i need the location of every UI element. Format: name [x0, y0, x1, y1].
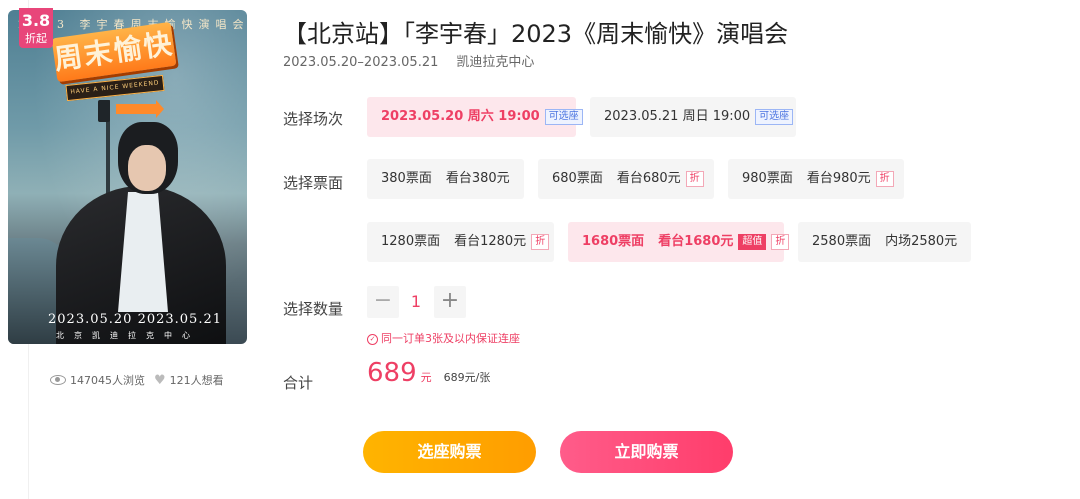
price-label: 选择票面: [283, 174, 344, 192]
event-subinfo: 2023.05.20–2023.05.21 凯迪拉克中心: [283, 51, 534, 70]
views-count: 147045人浏览: [70, 374, 145, 387]
price-face: 1680票面: [582, 234, 645, 249]
price-area: 看台380元: [445, 171, 510, 186]
seat-guarantee-note: ✓ 同一订单3张及以内保证连座: [367, 330, 520, 346]
poster-dates: 2023.05.20 2023.05.21: [48, 312, 222, 327]
buy-now-button[interactable]: 立即购票: [560, 431, 733, 473]
note-text: 同一订单3张及以内保证连座: [381, 332, 520, 345]
eye-icon: [50, 375, 66, 385]
unit-price: 689元/张: [443, 371, 491, 384]
quantity-minus-button[interactable]: −: [367, 286, 399, 318]
discount-tag: 折: [531, 233, 550, 250]
session-label: 选择场次: [283, 110, 344, 128]
price-face: 680票面: [552, 171, 603, 186]
seat-select-tag: 可选座: [755, 108, 794, 125]
price-area: 看台1280元: [454, 234, 527, 249]
poster-venue: 北京凯迪拉克中心: [56, 331, 200, 340]
price-option-2580[interactable]: 2580票面 内场2580元: [798, 222, 971, 262]
total-amount: 689: [367, 358, 417, 388]
event-date-range: 2023.05.20–2023.05.21: [283, 55, 439, 70]
price-option-980[interactable]: 980票面 看台980元折: [728, 159, 904, 199]
price-area: 看台680元: [616, 171, 681, 186]
discount-tag: 折: [875, 170, 894, 187]
total-price: 689 元 689元/张: [367, 358, 490, 388]
price-area: 看台980元: [806, 171, 871, 186]
quantity-plus-button[interactable]: +: [434, 286, 466, 318]
price-option-680[interactable]: 680票面 看台680元折: [538, 159, 714, 199]
wants-count: 121人想看: [169, 374, 224, 387]
discount-badge: 3.8 折起: [19, 8, 53, 48]
poster-arrow-sign: [116, 100, 164, 118]
discount-badge-number: 3.8: [21, 11, 51, 30]
ticket-page: 2023 李宇春周末愉快演唱会 周末愉快 HAVE A NICE WEEKEND…: [0, 0, 1080, 499]
session-text: 2023.05.21 周日 19:00: [604, 109, 751, 124]
discount-tag: 折: [685, 170, 704, 187]
discount-tag: 折: [771, 233, 790, 250]
price-area: 看台1680元: [658, 234, 734, 249]
discount-badge-text: 折起: [25, 32, 47, 45]
heart-icon[interactable]: ♥: [154, 373, 166, 388]
total-unit: 元: [420, 371, 432, 384]
event-stats: 147045人浏览 ♥ 121人想看: [50, 372, 224, 388]
session-text: 2023.05.20 周六 19:00: [381, 109, 540, 124]
quantity-label: 选择数量: [283, 300, 344, 318]
price-option-380[interactable]: 380票面 看台380元: [367, 159, 524, 199]
session-option-0521[interactable]: 2023.05.21 周日 19:00 可选座: [590, 97, 796, 137]
total-label: 合计: [283, 374, 314, 392]
price-option-1680[interactable]: 1680票面 看台1680元 超值折: [568, 222, 790, 262]
price-option-1280[interactable]: 1280票面 看台1280元折: [367, 222, 554, 262]
event-venue: 凯迪拉克中心: [456, 55, 535, 70]
poster-traffic-light: [98, 100, 110, 122]
price-face: 2580票面: [812, 234, 872, 249]
price-area: 内场2580元: [885, 234, 958, 249]
quantity-value: 1: [410, 292, 422, 311]
price-face: 980票面: [742, 171, 793, 186]
event-title: 【北京站】「李宇春」2023《周末愉快》演唱会: [283, 20, 789, 48]
seat-select-tag: 可选座: [544, 108, 583, 125]
event-poster: 2023 李宇春周末愉快演唱会 周末愉快 HAVE A NICE WEEKEND…: [8, 10, 247, 344]
poster-figure-face: [128, 145, 166, 191]
session-option-0520[interactable]: 2023.05.20 周六 19:00 可选座: [367, 97, 583, 137]
value-tag: 超值: [738, 233, 767, 250]
select-seat-button[interactable]: 选座购票: [363, 431, 536, 473]
price-face: 380票面: [381, 171, 432, 186]
price-face: 1280票面: [381, 234, 441, 249]
check-circle-icon: ✓: [367, 333, 378, 345]
